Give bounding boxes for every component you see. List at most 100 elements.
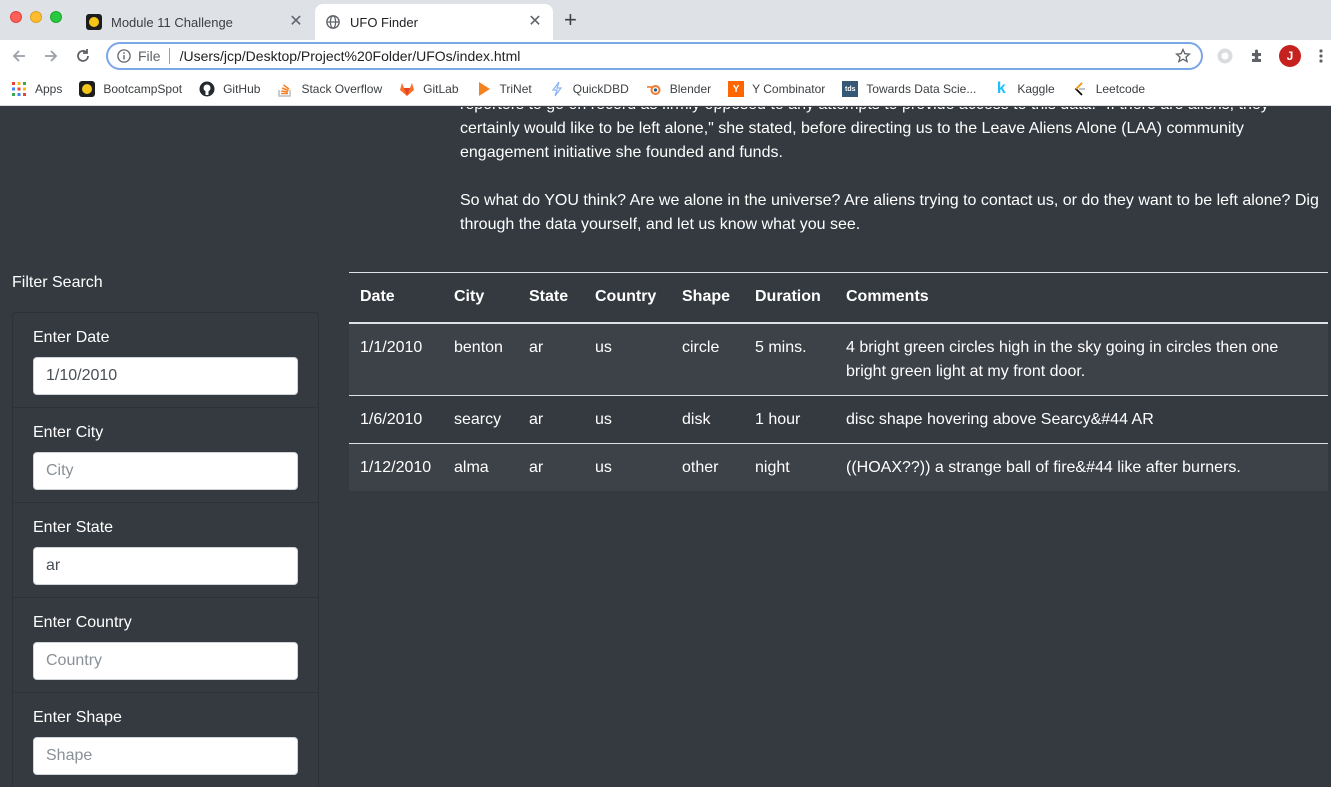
close-tab-icon[interactable]: ✕ — [527, 14, 543, 30]
bookmark-star-icon[interactable] — [1173, 46, 1193, 66]
browser-toolbar: File /Users/jcp/Desktop/Project%20Folder… — [0, 40, 1331, 73]
window-zoom-button[interactable] — [50, 11, 62, 23]
city-input[interactable] — [33, 452, 298, 490]
cell-city: alma — [443, 442, 518, 491]
bookmark-leetcode[interactable]: Leetcode — [1072, 81, 1145, 97]
info-icon[interactable] — [116, 48, 132, 64]
tab-strip: Module 11 Challenge ✕ UFO Finder ✕ + — [0, 0, 1331, 40]
date-input[interactable] — [33, 357, 298, 395]
extensions-puzzle-icon[interactable] — [1247, 46, 1267, 66]
filter-country-label: Enter Country — [33, 614, 132, 631]
bookmark-label: Stack Overflow — [301, 82, 383, 96]
bookmark-label: GitHub — [223, 82, 261, 96]
cell-country: us — [595, 338, 612, 356]
filter-city: Enter City — [13, 408, 318, 503]
cell-date: 1/6/2010 — [349, 394, 443, 443]
table-row: 1/1/2010 benton ar us circle 5 mins. 4 b… — [349, 322, 1328, 395]
ufo-sightings-table: Date City State Country Shape Duration C… — [349, 272, 1328, 491]
column-header-date: Date — [349, 272, 443, 324]
bookmark-towards-data-science[interactable]: tds Towards Data Scie... — [842, 81, 976, 97]
cell-duration: 5 mins. — [755, 338, 807, 356]
article-line: reporters to go on record as firmly oppo… — [460, 107, 1320, 117]
bookmark-trinet[interactable]: TriNet — [476, 81, 532, 97]
bookmark-label: BootcampSpot — [103, 82, 183, 96]
bootcamp-logo-icon — [86, 14, 102, 30]
bookmark-apps[interactable]: Apps — [11, 81, 62, 97]
menu-kebab-icon[interactable] — [1311, 46, 1331, 66]
cell-state: ar — [518, 442, 584, 491]
filter-search-heading: Filter Search — [12, 274, 103, 291]
column-header-city: City — [443, 272, 518, 324]
bookmark-blender[interactable]: Blender — [646, 81, 711, 97]
github-icon — [199, 81, 215, 97]
address-divider — [168, 48, 170, 64]
cell-state: ar — [518, 394, 584, 443]
address-bar[interactable]: File /Users/jcp/Desktop/Project%20Folder… — [106, 42, 1203, 70]
bookmark-quickdbd[interactable]: QuickDBD — [549, 81, 629, 97]
country-input[interactable] — [33, 642, 298, 680]
table-row: 1/12/2010 alma ar us other night ((HOAX?… — [349, 442, 1328, 491]
bookmark-label: Y Combinator — [752, 82, 826, 96]
extension-icon[interactable] — [1215, 46, 1235, 66]
quickdbd-icon — [549, 81, 565, 97]
cell-country: us — [584, 442, 671, 491]
blender-icon — [646, 81, 662, 97]
bookmark-y-combinator[interactable]: Y Y Combinator — [728, 81, 825, 97]
tab-module-11-challenge[interactable]: Module 11 Challenge ✕ — [76, 4, 314, 40]
bookmark-stack-overflow[interactable]: Stack Overflow — [277, 81, 382, 97]
bookmark-kaggle[interactable]: k Kaggle — [993, 80, 1055, 97]
table-header-row: Date City State Country Shape Duration C… — [349, 272, 1328, 324]
article-text: reporters to go on record as firmly oppo… — [460, 107, 1320, 261]
article-line: certainly would like to be left alone," … — [460, 120, 1244, 137]
bookmark-label: GitLab — [423, 82, 459, 96]
stackoverflow-icon — [277, 81, 293, 97]
filter-date: Enter Date — [13, 313, 318, 408]
address-url[interactable]: /Users/jcp/Desktop/Project%20Folder/UFOs… — [180, 48, 1173, 64]
cell-duration: night — [744, 442, 835, 491]
filter-date-label: Enter Date — [33, 329, 110, 346]
bookmark-github[interactable]: GitHub — [199, 81, 260, 97]
cell-date: 1/12/2010 — [349, 442, 443, 491]
bookmark-label: Kaggle — [1017, 82, 1055, 96]
state-input[interactable] — [33, 547, 298, 585]
profile-avatar[interactable]: J — [1279, 45, 1301, 67]
article-paragraph-1: reporters to go on record as firmly oppo… — [460, 107, 1320, 165]
back-arrow-icon[interactable] — [8, 45, 30, 67]
close-tab-icon[interactable]: ✕ — [288, 14, 304, 30]
bookmark-gitlab[interactable]: GitLab — [399, 81, 459, 97]
filter-city-label: Enter City — [33, 424, 104, 441]
leetcode-icon — [1072, 81, 1088, 97]
cell-state: ar — [529, 338, 544, 356]
article-paragraph-2: So what do YOU think? Are we alone in th… — [460, 192, 1319, 233]
article-line: engagement initiative she founded and fu… — [460, 144, 783, 161]
shape-input[interactable] — [33, 737, 298, 775]
globe-icon — [325, 14, 341, 30]
window-minimize-button[interactable] — [30, 11, 42, 23]
bookmark-label: QuickDBD — [572, 82, 629, 96]
ycombinator-icon: Y — [728, 81, 745, 97]
filter-shape: Enter Shape — [13, 693, 318, 787]
column-header-state: State — [518, 272, 584, 324]
cell-comments: disc shape hovering above Searcy&#44 AR — [835, 394, 1328, 443]
bookmarks-bar: Apps BootcampSpot GitHub Stack Overflow … — [0, 73, 1331, 106]
bookmark-bootcampspot[interactable]: BootcampSpot — [79, 81, 182, 97]
column-header-country: Country — [584, 272, 671, 324]
reload-icon[interactable] — [72, 45, 94, 67]
bookmark-label: Blender — [669, 82, 712, 96]
new-tab-button[interactable]: + — [564, 9, 577, 31]
bookmark-label: Towards Data Scie... — [866, 82, 977, 96]
cell-shape: disk — [671, 394, 744, 443]
trinet-icon — [476, 81, 492, 97]
cell-shape: circle — [682, 338, 720, 356]
forward-arrow-icon[interactable] — [40, 45, 62, 67]
kaggle-icon: k — [996, 80, 1006, 97]
window-close-button[interactable] — [10, 11, 22, 23]
tab-ufo-finder[interactable]: UFO Finder ✕ — [315, 4, 553, 40]
cell-duration: 1 hour — [744, 394, 835, 443]
cell-country: us — [584, 394, 671, 443]
column-header-shape: Shape — [671, 272, 744, 324]
filter-state-label: Enter State — [33, 519, 114, 536]
filter-shape-label: Enter Shape — [33, 709, 122, 726]
page-content: reporters to go on record as firmly oppo… — [0, 107, 1331, 787]
bootcamp-logo-icon — [79, 81, 96, 97]
